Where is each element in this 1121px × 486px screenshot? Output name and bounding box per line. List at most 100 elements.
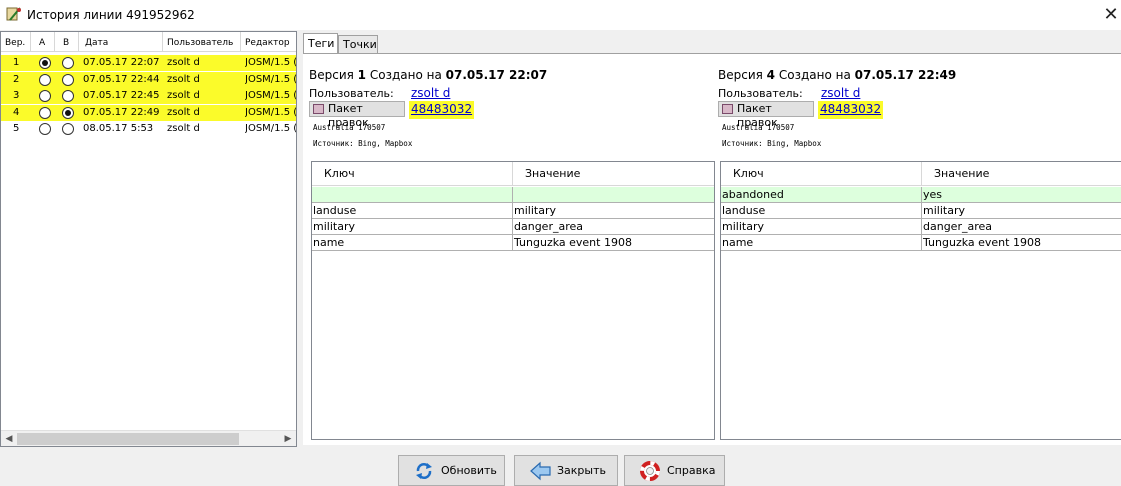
date-cell: 08.05.17 5:53	[83, 123, 154, 134]
history-row[interactable]: 2 07.05.17 22:44 zsolt d JOSM/1.5 (	[1, 71, 297, 88]
editor-cell: JOSM/1.5 (	[245, 123, 297, 134]
col-value[interactable]: Значение	[922, 162, 1121, 186]
tag-key-cell: abandoned	[721, 187, 922, 202]
radio-b[interactable]	[62, 106, 74, 119]
radio-b[interactable]	[62, 57, 74, 69]
radio-a[interactable]	[39, 57, 51, 69]
radio-b[interactable]	[62, 123, 74, 135]
col-key[interactable]: Ключ	[312, 162, 513, 186]
tag-value-cell: yes	[923, 188, 943, 201]
user-label: Пользователь:	[718, 87, 803, 100]
user-cell: zsolt d	[167, 123, 200, 134]
radio-b[interactable]	[62, 73, 74, 86]
app-icon	[6, 7, 21, 21]
col-user[interactable]: Пользователь	[163, 32, 241, 52]
tag-key-cell: landuse	[312, 203, 513, 218]
tag-row[interactable]	[312, 187, 714, 203]
history-row[interactable]: 1 07.05.17 22:07 zsolt d JOSM/1.5 (	[1, 55, 297, 71]
close-button[interactable]: Закрыть	[514, 455, 618, 486]
tag-row[interactable]: name Tunguzka event 1908	[312, 235, 714, 251]
user-link[interactable]: zsolt d	[821, 86, 860, 100]
tag-row[interactable]: landuse military	[312, 203, 714, 219]
col-b[interactable]: B	[55, 32, 79, 52]
help-label: Справка	[667, 464, 716, 477]
tag-row[interactable]: name Tunguzka event 1908	[721, 235, 1121, 251]
changeset-button[interactable]: Пакет правок	[309, 101, 405, 129]
editor-cell: JOSM/1.5 (	[245, 57, 297, 68]
col-version[interactable]: Вер.	[1, 32, 31, 52]
editor-cell: JOSM/1.5 (	[245, 73, 297, 85]
horizontal-scrollbar[interactable]: ◀ ▶	[1, 430, 296, 446]
changeset-icon	[722, 104, 733, 114]
tag-value-cell: danger_area	[514, 220, 583, 233]
editor-cell: JOSM/1.5 (	[245, 90, 297, 101]
user-cell: zsolt d	[167, 90, 200, 101]
radio-a[interactable]	[39, 123, 51, 135]
scroll-thumb[interactable]	[17, 433, 239, 445]
refresh-button[interactable]: Обновить	[398, 455, 505, 486]
version-title: Версия 1 Создано на 07.05.17 22:07	[309, 68, 548, 82]
changeset-source: Источник: Bing, Mapbox	[313, 139, 413, 148]
tag-key-cell: landuse	[721, 203, 922, 218]
history-table-header: Вер. A B Дата Пользователь Редактор	[1, 32, 296, 52]
scroll-left-icon[interactable]: ◀	[2, 432, 16, 446]
lifebuoy-icon	[640, 461, 660, 481]
title-bar: История линии 491952962 ✕	[0, 0, 1121, 30]
radio-b[interactable]	[62, 90, 74, 102]
changeset-link[interactable]: 48483032	[818, 101, 884, 119]
changeset-icon	[313, 104, 324, 114]
user-cell: zsolt d	[167, 73, 200, 85]
user-cell: zsolt d	[167, 106, 200, 118]
col-editor[interactable]: Редактор	[241, 32, 296, 52]
date-cell: 07.05.17 22:07	[83, 57, 160, 68]
scroll-right-icon[interactable]: ▶	[281, 432, 295, 446]
date-cell: 07.05.17 22:44	[83, 73, 160, 85]
tags-tab-panel: Версия 1 Создано на 07.05.17 22:07 Польз…	[303, 53, 1121, 445]
col-key[interactable]: Ключ	[721, 162, 922, 186]
date-cell: 07.05.17 22:49	[83, 106, 160, 118]
tag-value-cell	[513, 187, 714, 202]
version-cell: 1	[13, 57, 20, 68]
help-button[interactable]: Справка	[624, 455, 725, 486]
tag-row[interactable]: military danger_area	[312, 219, 714, 235]
tag-key-cell: military	[721, 219, 922, 234]
history-table-panel: Вер. A B Дата Пользователь Редактор 1 07.…	[0, 31, 297, 447]
col-a[interactable]: A	[31, 32, 55, 52]
tag-key-cell	[312, 187, 513, 202]
refresh-icon	[416, 463, 432, 479]
user-label: Пользователь:	[309, 87, 394, 100]
window-title: История линии 491952962	[27, 8, 195, 22]
tag-row[interactable]: abandoned yes	[721, 187, 1121, 203]
tab-tags[interactable]: Теги	[303, 33, 338, 54]
changeset-link[interactable]: 48483032	[409, 101, 475, 119]
tag-row[interactable]: military danger_area	[721, 219, 1121, 235]
date-cell: 07.05.17 22:45	[83, 90, 160, 101]
history-row[interactable]: 4 07.05.17 22:49 zsolt d JOSM/1.5 (	[1, 104, 297, 121]
back-arrow-icon	[530, 461, 551, 481]
radio-a[interactable]	[39, 90, 51, 102]
version-cell: 5	[13, 123, 20, 134]
changeset-comment: Australia 170507	[722, 123, 795, 132]
changeset-button[interactable]: Пакет правок	[718, 101, 814, 129]
tags-table: Ключ Значение abandoned yes landuse militar…	[720, 161, 1121, 440]
history-row[interactable]: 5 08.05.17 5:53 zsolt d JOSM/1.5 (	[1, 121, 297, 137]
tag-key-cell: name	[312, 235, 513, 250]
tab-nodes[interactable]: Точки	[338, 35, 378, 53]
reference-version-panel: Версия 1 Создано на 07.05.17 22:07 Польз…	[309, 54, 719, 446]
tags-table-header: Ключ Значение	[312, 162, 714, 186]
user-cell: zsolt d	[167, 57, 200, 68]
tag-value-cell: Tunguzka event 1908	[923, 236, 1041, 249]
close-window-icon[interactable]: ✕	[1100, 4, 1121, 26]
history-row[interactable]: 3 07.05.17 22:45 zsolt d JOSM/1.5 (	[1, 88, 297, 104]
editor-cell: JOSM/1.5 (	[245, 106, 297, 118]
version-cell: 2	[13, 73, 20, 85]
col-value[interactable]: Значение	[513, 162, 714, 186]
tag-key-cell: name	[721, 235, 922, 250]
user-link[interactable]: zsolt d	[411, 86, 450, 100]
tag-row[interactable]: landuse military	[721, 203, 1121, 219]
tags-table-header: Ключ Значение	[721, 162, 1121, 186]
refresh-label: Обновить	[441, 464, 497, 477]
radio-a[interactable]	[39, 73, 51, 86]
col-date[interactable]: Дата	[79, 32, 163, 52]
radio-a[interactable]	[39, 106, 51, 119]
